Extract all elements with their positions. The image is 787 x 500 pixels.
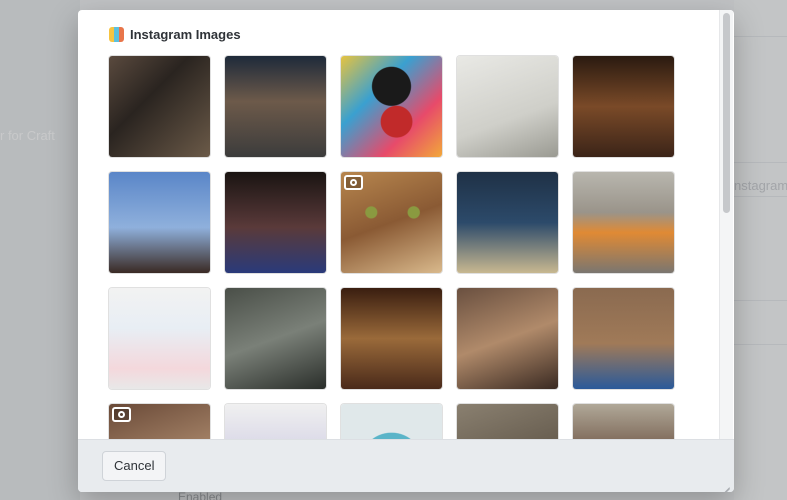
- image-thumbnail[interactable]: [225, 172, 326, 273]
- image-thumbnail[interactable]: [457, 404, 558, 439]
- image-thumbnail[interactable]: [573, 288, 674, 389]
- scrollbar-thumb[interactable]: [723, 13, 730, 213]
- image-thumbnail[interactable]: [573, 404, 674, 439]
- modal-footer: Cancel: [78, 439, 734, 492]
- image-thumbnail[interactable]: [457, 288, 558, 389]
- image-grid: [109, 56, 674, 439]
- image-thumbnail[interactable]: [341, 172, 442, 273]
- image-thumbnail[interactable]: [573, 172, 674, 273]
- modal-title: Instagram Images: [109, 27, 241, 42]
- image-thumbnail[interactable]: [225, 288, 326, 389]
- image-thumbnail[interactable]: [573, 56, 674, 157]
- cancel-button[interactable]: Cancel: [102, 451, 167, 481]
- video-camera-icon: [112, 407, 131, 422]
- modal-scrollbar[interactable]: [719, 10, 733, 439]
- video-camera-icon: [344, 175, 363, 190]
- resize-handle-icon[interactable]: [718, 476, 730, 488]
- image-thumbnail[interactable]: [341, 288, 442, 389]
- modal-title-text: Instagram Images: [130, 27, 241, 42]
- instagram-images-modal: Instagram Images Cancel: [78, 10, 734, 492]
- instagram-color-icon: [109, 27, 124, 42]
- image-thumbnail[interactable]: [341, 404, 442, 439]
- image-thumbnail[interactable]: [109, 56, 210, 157]
- image-thumbnail[interactable]: [225, 56, 326, 157]
- image-thumbnail[interactable]: [457, 56, 558, 157]
- modal-body: Instagram Images: [78, 10, 734, 439]
- image-thumbnail[interactable]: [341, 56, 442, 157]
- image-thumbnail[interactable]: [109, 288, 210, 389]
- image-thumbnail[interactable]: [109, 404, 210, 439]
- image-thumbnail[interactable]: [225, 404, 326, 439]
- image-thumbnail[interactable]: [457, 172, 558, 273]
- image-thumbnail[interactable]: [109, 172, 210, 273]
